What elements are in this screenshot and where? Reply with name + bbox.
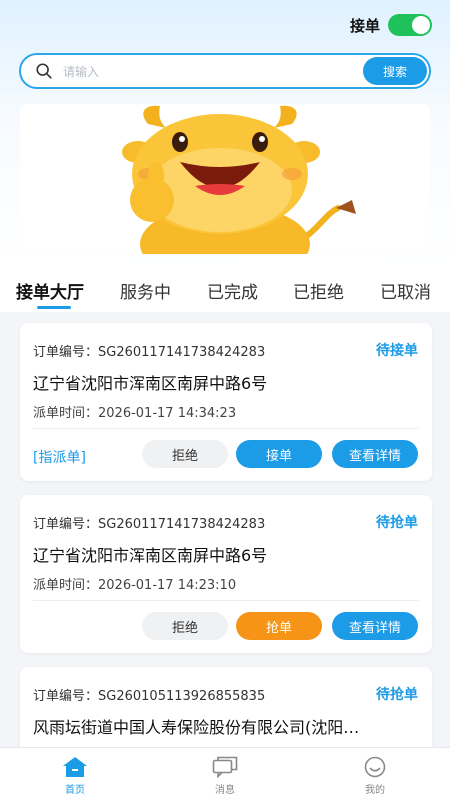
- order-number: 订单编号：SG260117141738424283: [33, 513, 265, 532]
- accept-order-label: 接单: [349, 16, 380, 35]
- order-address: 辽宁省沈阳市浑南区南屏中路6号: [33, 374, 268, 393]
- tab-in-service[interactable]: 服务中: [120, 278, 171, 303]
- order-address: 辽宁省沈阳市浑南区南屏中路6号: [33, 546, 268, 565]
- tab-order-hall[interactable]: 接单大厅: [16, 278, 84, 303]
- order-number: 订单编号：SG260105113926855835: [33, 685, 265, 704]
- tab-rejected[interactable]: 已拒绝: [293, 278, 344, 303]
- order-address: 风雨坛街道中国人寿保险股份有限公司(沈阳…: [33, 718, 360, 737]
- search-button[interactable]: 搜索: [363, 57, 427, 85]
- accept-order-toggle-row: 接单: [350, 12, 432, 38]
- nav-messages[interactable]: 消息: [180, 748, 270, 800]
- search-icon: [36, 63, 52, 79]
- order-card[interactable]: 订单编号：SG260117141738424283 待抢单 辽宁省沈阳市浑南区南…: [20, 495, 432, 653]
- nav-profile-label: 我的: [365, 785, 385, 796]
- nav-home-label: 首页: [65, 785, 85, 796]
- accept-button[interactable]: 接单: [236, 440, 322, 468]
- card-divider: [33, 600, 419, 601]
- dispatch-time-label: 派单时间：: [33, 578, 99, 593]
- banner-image[interactable]: [20, 104, 430, 254]
- order-number-value: SG260117141738424283: [98, 345, 266, 360]
- reject-button[interactable]: 拒绝: [142, 612, 228, 640]
- dispatch-time-value: 2026-01-17 14:23:10: [98, 578, 237, 593]
- switch-knob: [412, 16, 430, 34]
- dispatch-time-value: 2026-01-17 14:34:23: [98, 406, 237, 421]
- order-number: 订单编号：SG260117141738424283: [33, 341, 265, 360]
- order-status: 待抢单: [376, 515, 418, 531]
- view-details-button[interactable]: 查看详情: [332, 612, 418, 640]
- order-status: 待抢单: [376, 687, 418, 703]
- home-icon: [63, 757, 87, 777]
- grab-order-button[interactable]: 抢单: [236, 612, 322, 640]
- order-number-value: SG260105113926855835: [98, 689, 266, 704]
- nav-profile[interactable]: 我的: [330, 748, 420, 800]
- nav-home[interactable]: 首页: [30, 748, 120, 800]
- view-details-button[interactable]: 查看详情: [332, 440, 418, 468]
- order-number-label: 订单编号：: [33, 345, 99, 360]
- order-number-value: SG260117141738424283: [98, 517, 266, 532]
- profile-icon: [364, 756, 386, 778]
- cartoon-bull-mascot: [20, 104, 430, 254]
- reject-button[interactable]: 拒绝: [142, 440, 228, 468]
- dispatch-time: 派单时间：2026-01-17 14:34:23: [33, 402, 236, 421]
- bottom-navigation: 首页 消息 我的: [0, 747, 450, 800]
- order-tabs: 接单大厅 服务中 已完成 已拒绝 已取消: [0, 270, 450, 312]
- search-bar[interactable]: 请输入 搜索: [19, 53, 431, 89]
- dispatch-time: 派单时间：2026-01-17 14:23:10: [33, 574, 236, 593]
- tab-cancelled[interactable]: 已取消: [380, 278, 431, 303]
- order-number-label: 订单编号：: [33, 517, 99, 532]
- header-area: 接单 请输入 搜索: [0, 0, 450, 270]
- order-number-label: 订单编号：: [33, 689, 99, 704]
- assigned-order-tag: [指派单]: [33, 450, 86, 466]
- order-card[interactable]: 订单编号：SG260117141738424283 待接单 辽宁省沈阳市浑南区南…: [20, 323, 432, 481]
- card-divider: [33, 428, 419, 429]
- accept-order-switch[interactable]: [388, 14, 432, 36]
- nav-messages-label: 消息: [215, 785, 235, 796]
- dispatch-time-label: 派单时间：: [33, 406, 99, 421]
- active-tab-indicator: [37, 306, 71, 309]
- message-icon: [212, 756, 238, 778]
- tab-completed[interactable]: 已完成: [207, 278, 258, 303]
- order-status: 待接单: [376, 343, 418, 359]
